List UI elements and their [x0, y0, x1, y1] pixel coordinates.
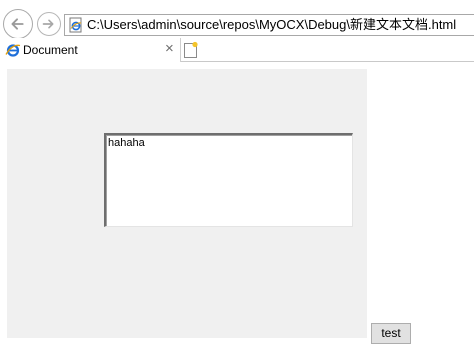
new-tab-button[interactable]	[182, 40, 200, 60]
new-tab-icon	[184, 41, 198, 58]
tab-label: Document	[23, 43, 78, 57]
tab-bar: Document ×	[0, 38, 474, 62]
forward-button[interactable]	[37, 12, 61, 36]
ie-page-icon	[69, 17, 82, 33]
textarea-content: hahaha	[108, 137, 145, 149]
close-tab-icon[interactable]: ×	[165, 41, 174, 57]
tab-document[interactable]: Document ×	[0, 38, 181, 62]
address-url-text: C:\Users\admin\source\repos\MyOCX\Debug\…	[87, 17, 457, 32]
page-viewport: hahaha test	[0, 63, 474, 354]
back-arrow-icon	[11, 18, 24, 30]
test-button[interactable]: test	[371, 323, 411, 344]
browser-toolbar: C:\Users\admin\source\repos\MyOCX\Debug\…	[0, 0, 474, 39]
back-button[interactable]	[3, 9, 33, 39]
forward-arrow-icon	[42, 19, 54, 29]
address-bar[interactable]: C:\Users\admin\source\repos\MyOCX\Debug\…	[64, 14, 474, 36]
ocx-textarea[interactable]: hahaha	[104, 133, 353, 227]
ocx-control: hahaha	[7, 69, 367, 338]
ie-logo-icon	[5, 44, 21, 57]
